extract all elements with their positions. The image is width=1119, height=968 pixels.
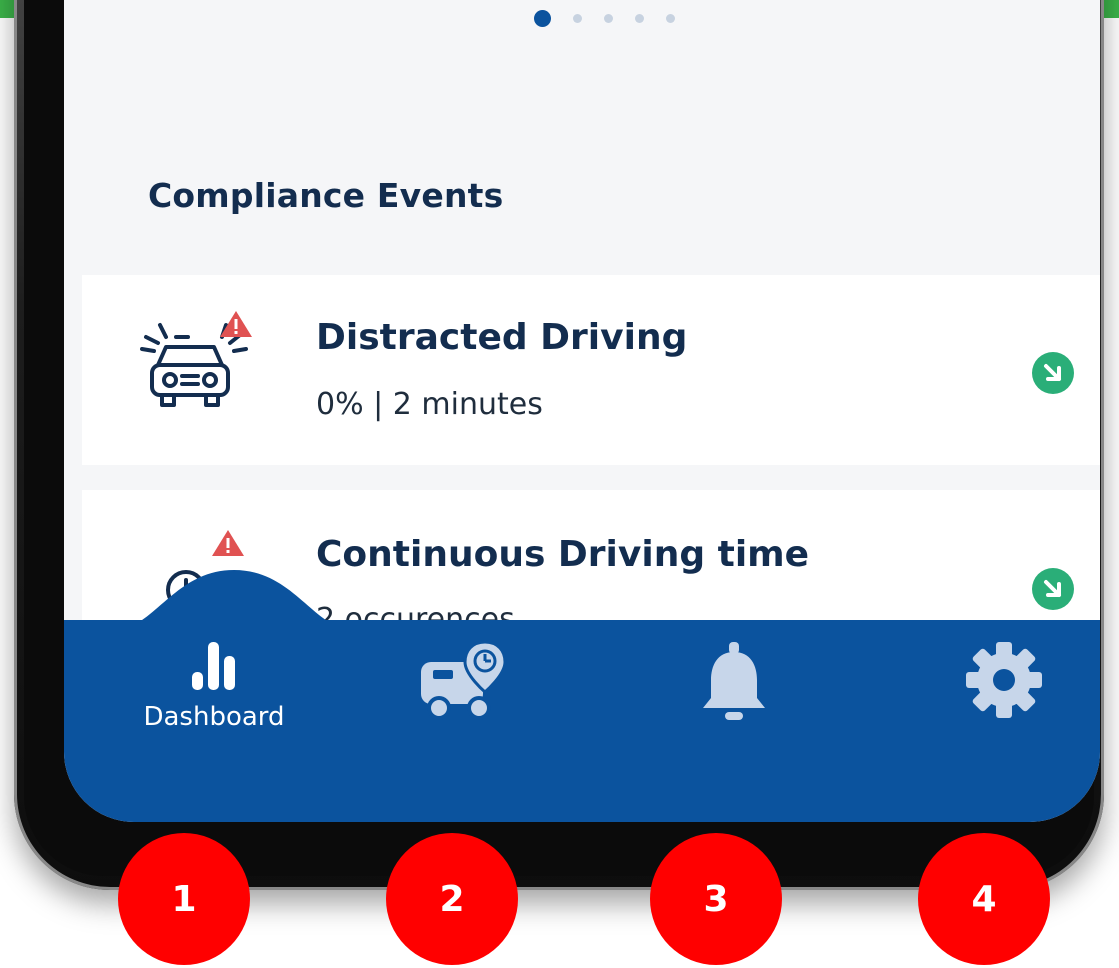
open-arrow-button[interactable] (1032, 352, 1074, 394)
event-title: Distracted Driving (316, 317, 688, 358)
callout-badge-4: 4 (918, 833, 1050, 965)
nav-dashboard[interactable]: Dashboard (114, 640, 314, 732)
event-row-distracted-driving[interactable]: Distracted Driving 0% | 2 minutes (82, 275, 1100, 465)
nav-trips[interactable] (404, 640, 524, 724)
section-title: Compliance Events (148, 176, 504, 215)
nav-settings[interactable] (944, 640, 1064, 720)
page-dot[interactable] (604, 14, 613, 23)
nav-label: Dashboard (143, 702, 285, 732)
arrow-down-right-icon (1044, 364, 1061, 381)
nav-alerts[interactable] (674, 640, 794, 726)
distracted-car-icon (140, 311, 252, 407)
event-subtitle: 0% | 2 minutes (316, 387, 543, 422)
carousel-pagination (534, 10, 675, 27)
callout-badge-3: 3 (650, 833, 782, 965)
open-arrow-button[interactable] (1032, 568, 1074, 610)
event-title: Continuous Driving time (316, 534, 810, 575)
page-dot-active[interactable] (534, 10, 551, 27)
arrow-down-right-icon (1044, 580, 1061, 597)
bottom-navigation: Dashboard (64, 620, 1100, 822)
page-dot[interactable] (635, 14, 644, 23)
page-dot[interactable] (573, 14, 582, 23)
phone-screen: Compliance Events Distracted Driving 0% … (64, 0, 1100, 822)
callout-badge-2: 2 (386, 833, 518, 965)
bell-icon (703, 642, 765, 720)
page-dot[interactable] (666, 14, 675, 23)
truck-location-icon (421, 640, 507, 720)
gear-icon (966, 642, 1042, 718)
phone-bezel: Compliance Events Distracted Driving 0% … (24, 0, 1100, 876)
callout-badge-1: 1 (118, 833, 250, 965)
dashboard-icon (192, 642, 235, 690)
